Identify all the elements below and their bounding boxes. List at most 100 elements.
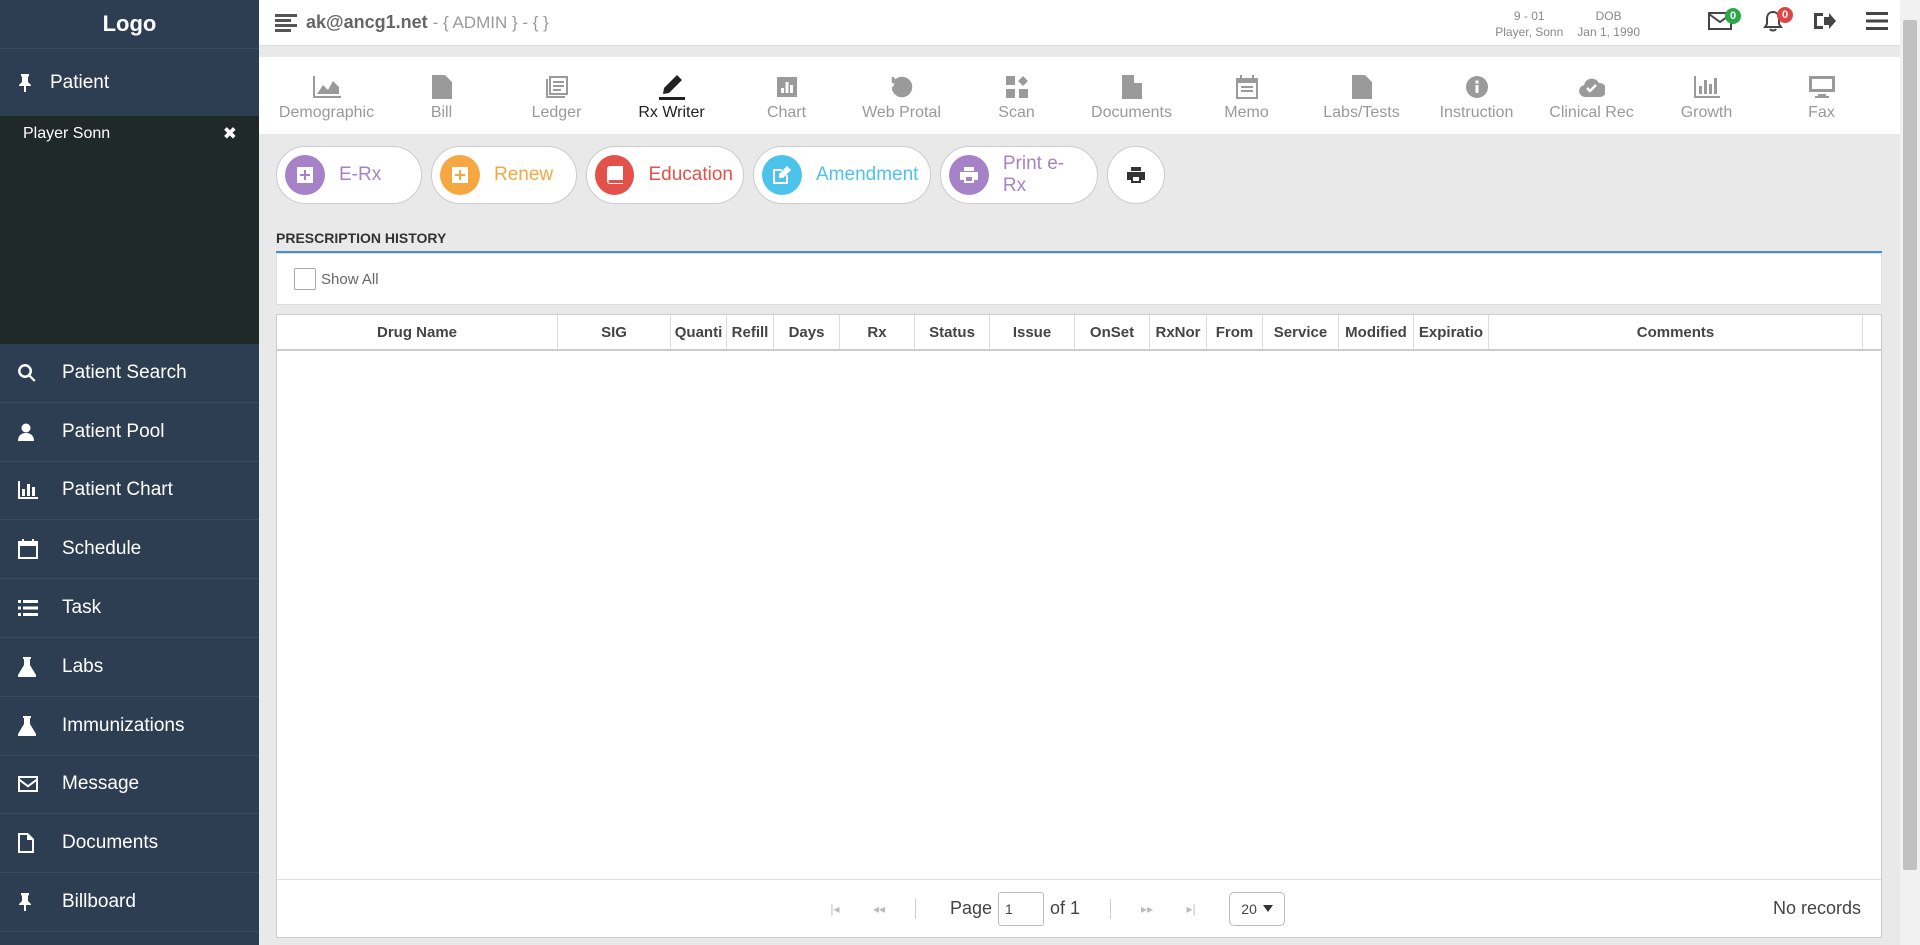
first-page-icon[interactable]: |◂ bbox=[827, 902, 843, 916]
sidebar-item-label: Patient Pool bbox=[62, 420, 165, 442]
logout-button[interactable] bbox=[1814, 11, 1836, 31]
patient-short-name: Player, Sonn bbox=[1495, 25, 1564, 39]
tab-bill[interactable]: Bill bbox=[384, 57, 499, 134]
tab-label: Documents bbox=[1091, 103, 1172, 121]
sidebar-item-label: Billboard bbox=[62, 891, 136, 913]
column-quantity[interactable]: Quanti bbox=[671, 315, 727, 349]
tab-label: Ledger bbox=[531, 103, 582, 121]
close-icon[interactable]: ✖ bbox=[223, 124, 237, 144]
flask-icon bbox=[18, 715, 62, 736]
page-size-select[interactable]: 20 bbox=[1229, 891, 1286, 926]
tab-clinical-rec[interactable]: Clinical Rec bbox=[1534, 57, 1649, 134]
chevron-down-icon bbox=[1262, 905, 1273, 912]
active-patient[interactable]: Player Sonn ✖ bbox=[0, 116, 259, 152]
column-rxnorm[interactable]: RxNor bbox=[1150, 315, 1207, 349]
renew-button[interactable]: Renew bbox=[431, 146, 577, 204]
sidebar-item-label: Patient Chart bbox=[62, 479, 173, 501]
tab-fax[interactable]: Fax bbox=[1764, 57, 1879, 134]
column-from[interactable]: From bbox=[1207, 315, 1263, 349]
history-icon bbox=[890, 70, 914, 104]
patient-header[interactable]: Patient bbox=[0, 48, 259, 116]
patient-id: 9 - 01 bbox=[1513, 9, 1545, 23]
tab-label: Rx Writer bbox=[638, 103, 705, 121]
notifications-button[interactable]: 0 bbox=[1762, 7, 1793, 32]
amendment-button[interactable]: Amendment bbox=[753, 146, 931, 204]
mail-count-badge: 0 bbox=[1725, 8, 1741, 24]
column-status[interactable]: Status bbox=[915, 315, 990, 349]
sidebar-item-immunizations[interactable]: Immunizations bbox=[0, 697, 259, 756]
sidebar-item-documents[interactable]: Documents bbox=[0, 814, 259, 874]
alert-count-badge: 0 bbox=[1777, 7, 1793, 23]
sidebar-item-schedule[interactable]: Schedule bbox=[0, 520, 259, 580]
main-menu-button[interactable] bbox=[1866, 12, 1888, 30]
tab-label: Bill bbox=[430, 103, 453, 121]
mail-button[interactable]: 0 bbox=[1708, 8, 1741, 31]
tab-growth[interactable]: Growth bbox=[1649, 57, 1764, 134]
next-page-icon[interactable]: ▸▸ bbox=[1139, 902, 1155, 916]
sidebar-item-task[interactable]: Task bbox=[0, 579, 259, 638]
print-erx-button[interactable]: Print e-Rx bbox=[940, 146, 1098, 204]
tab-web-portal[interactable]: Web Protal bbox=[844, 57, 959, 134]
column-days[interactable]: Days bbox=[774, 315, 840, 349]
patient-summary: 9 - 01 Player, Sonn DOB Jan 1, 1990 bbox=[1495, 8, 1640, 40]
page-label: Page bbox=[950, 898, 993, 918]
sidebar-item-patient-search[interactable]: Patient Search bbox=[0, 344, 259, 403]
document-icon bbox=[18, 833, 62, 854]
document-icon bbox=[431, 70, 452, 104]
user-email: ak@ancg1.net bbox=[306, 12, 428, 32]
tab-ledger[interactable]: Ledger bbox=[499, 57, 614, 134]
show-all-label[interactable]: Show All bbox=[321, 271, 379, 288]
tab-rx-writer[interactable]: Rx Writer bbox=[614, 57, 729, 134]
education-button[interactable]: Education bbox=[586, 146, 744, 204]
sidebar-item-billboard[interactable]: Billboard bbox=[0, 873, 259, 932]
page-total: of 1 bbox=[1050, 898, 1081, 918]
show-all-checkbox[interactable] bbox=[294, 268, 316, 290]
patient-panel: Patient Player Sonn ✖ bbox=[0, 48, 259, 344]
sidebar-item-labs[interactable]: Labs bbox=[0, 638, 259, 697]
patient-tabs: Demographic Bill Ledger Rx Writer Chart … bbox=[259, 57, 1900, 134]
page-number-input[interactable]: 1 bbox=[998, 891, 1045, 926]
column-comments[interactable]: Comments bbox=[1489, 315, 1863, 349]
filter-bar: Show All bbox=[276, 253, 1882, 305]
column-sig[interactable]: SIG bbox=[558, 315, 671, 349]
menu-toggle-icon[interactable] bbox=[275, 13, 297, 32]
column-expiration[interactable]: Expiratio bbox=[1414, 315, 1489, 349]
prescription-grid: Drug Name SIG Quanti Refill Days Rx Stat… bbox=[276, 314, 1882, 938]
column-service[interactable]: Service bbox=[1263, 315, 1339, 349]
logout-icon bbox=[1814, 13, 1836, 29]
sidebar-item-label: Task bbox=[62, 597, 102, 619]
tab-documents[interactable]: Documents bbox=[1074, 57, 1189, 134]
tab-demographic[interactable]: Demographic bbox=[269, 57, 384, 134]
column-refill[interactable]: Refill bbox=[727, 315, 774, 349]
tab-scan[interactable]: Scan bbox=[959, 57, 1074, 134]
sidebar-item-message[interactable]: Message bbox=[0, 756, 259, 815]
tab-chart[interactable]: Chart bbox=[729, 57, 844, 134]
printer-icon bbox=[1127, 167, 1145, 183]
column-onset[interactable]: OnSet bbox=[1075, 315, 1150, 349]
print-button[interactable] bbox=[1107, 146, 1165, 204]
sidebar-item-label: Schedule bbox=[62, 538, 142, 560]
pin-icon bbox=[18, 73, 50, 92]
tab-label: Clinical Rec bbox=[1549, 103, 1634, 121]
rx-actions: E-Rx Renew Education Amendment Print e-R… bbox=[276, 146, 1165, 204]
cloud-check-icon bbox=[1578, 70, 1605, 104]
column-modified[interactable]: Modified bbox=[1339, 315, 1414, 349]
column-rx[interactable]: Rx bbox=[840, 315, 915, 349]
document-lines-icon bbox=[1351, 70, 1372, 104]
page-scrollbar[interactable] bbox=[1900, 0, 1920, 945]
last-page-icon[interactable]: ▸| bbox=[1183, 902, 1199, 916]
prev-page-icon[interactable]: ◂◂ bbox=[871, 902, 887, 916]
column-drug-name[interactable]: Drug Name bbox=[277, 315, 558, 349]
top-icons: 0 0 bbox=[1708, 7, 1888, 32]
plus-icon bbox=[440, 155, 480, 195]
sidebar-item-patient-pool[interactable]: Patient Pool bbox=[0, 403, 259, 462]
tab-memo[interactable]: Memo bbox=[1189, 57, 1304, 134]
e-rx-button[interactable]: E-Rx bbox=[276, 146, 422, 204]
column-issue[interactable]: Issue bbox=[990, 315, 1075, 349]
tab-labs-tests[interactable]: Labs/Tests bbox=[1304, 57, 1419, 134]
sidebar-item-patient-chart[interactable]: Patient Chart bbox=[0, 462, 259, 521]
scrollbar-thumb[interactable] bbox=[1903, 20, 1917, 870]
tab-instruction[interactable]: Instruction bbox=[1419, 57, 1534, 134]
hamburger-icon bbox=[1866, 12, 1888, 30]
tab-label: Scan bbox=[998, 103, 1035, 121]
